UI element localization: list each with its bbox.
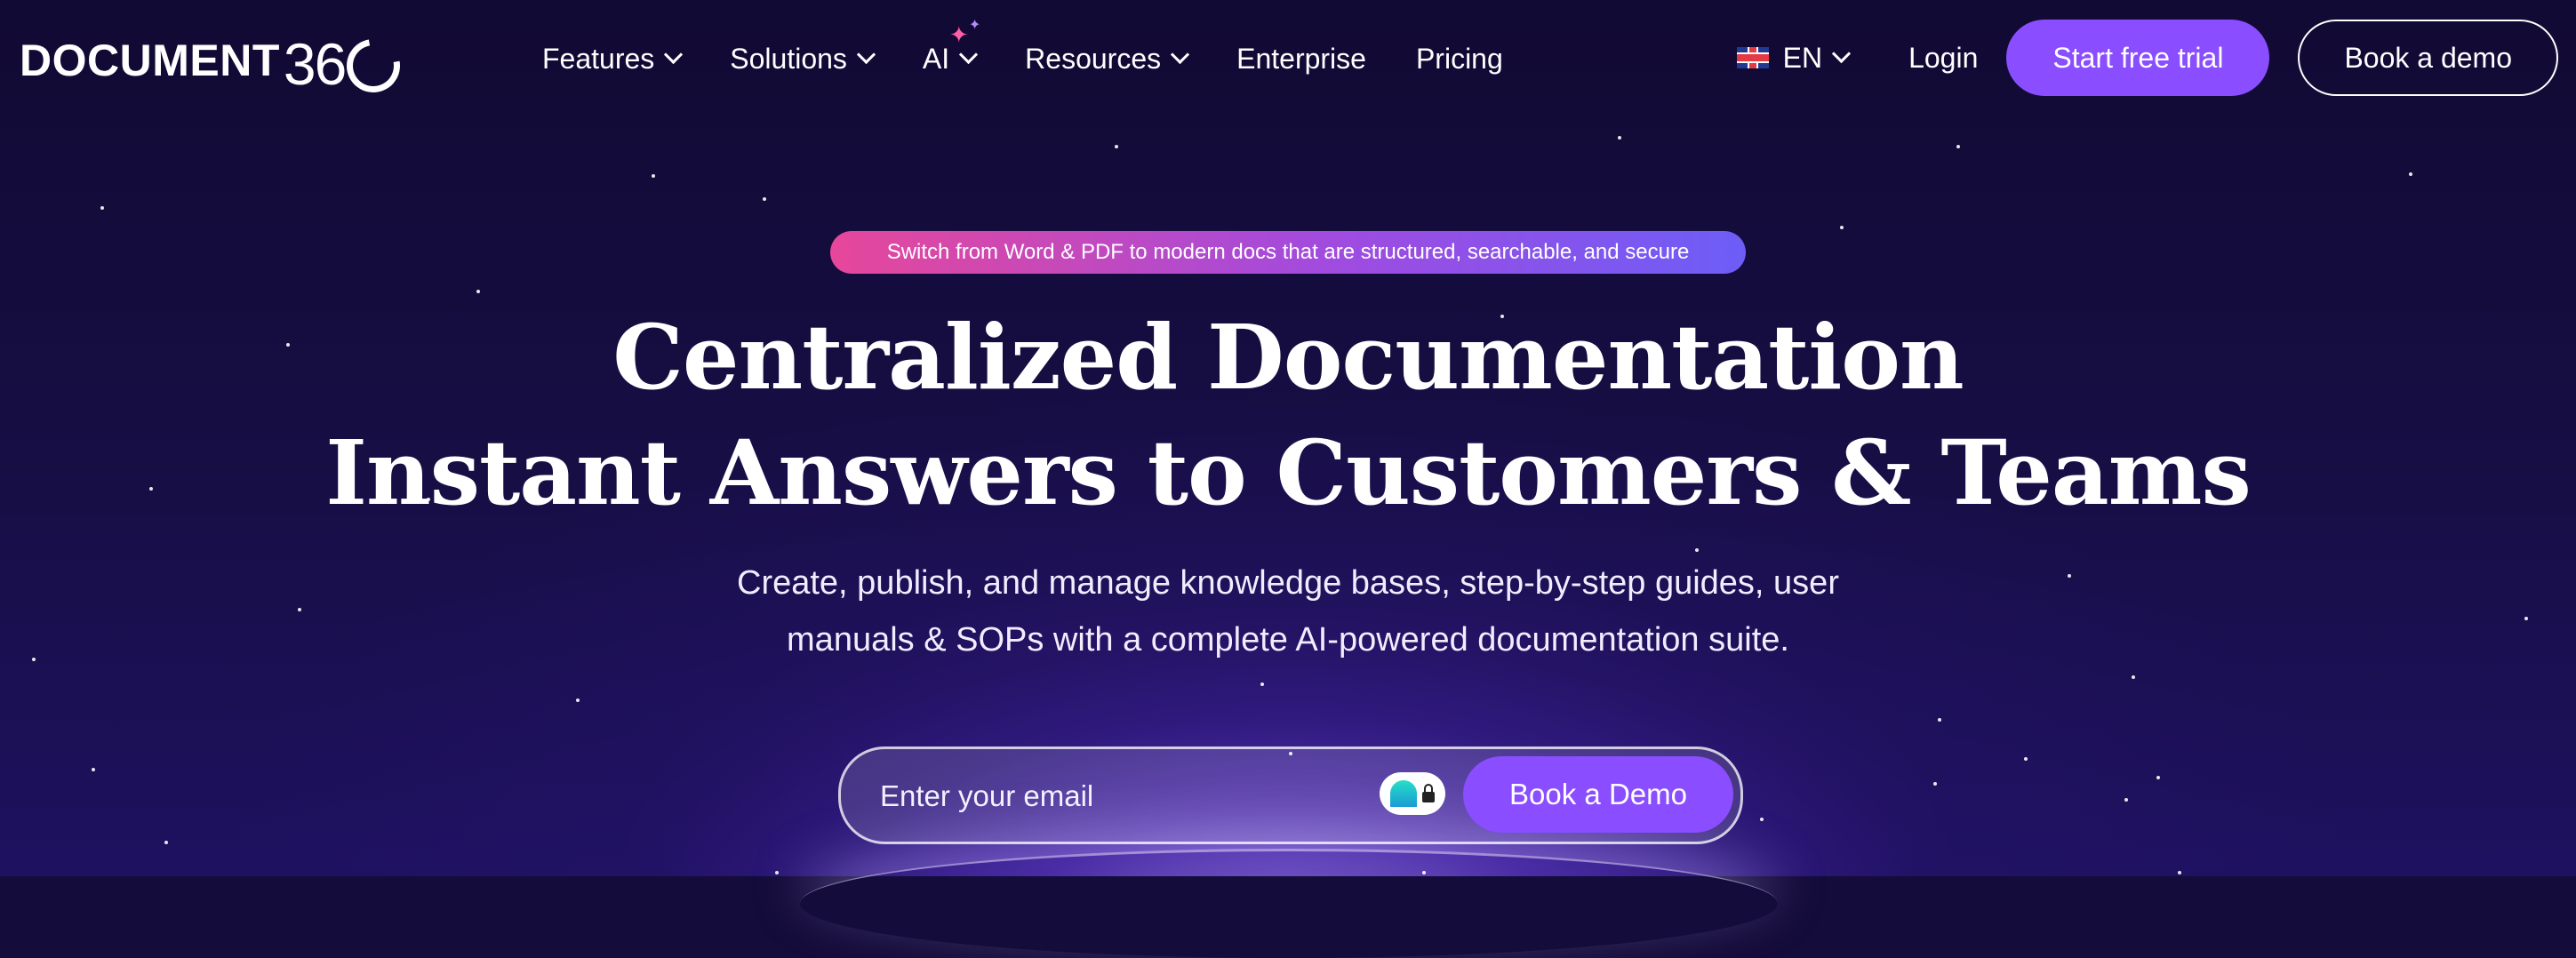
nav-item-resources[interactable]: Resources (1025, 42, 1190, 76)
star (164, 841, 168, 844)
star (100, 206, 104, 210)
star (2024, 757, 2028, 761)
book-demo-submit-button[interactable]: Book a Demo (1463, 756, 1733, 833)
nav-item-label: AI (922, 42, 950, 75)
nav-item-pricing[interactable]: Pricing (1416, 43, 1503, 76)
language-selector[interactable]: EN (1736, 41, 1852, 75)
star (476, 290, 480, 293)
chevron-down-icon (856, 44, 876, 64)
logo-wordmark: DOCUMENT (20, 36, 280, 85)
password-manager-badge[interactable] (1380, 772, 1445, 815)
nav-item-solutions[interactable]: Solutions (730, 42, 876, 76)
logo-number: 36 (283, 31, 347, 97)
nav-item-label: Solutions (730, 42, 847, 75)
star (92, 768, 95, 771)
star (2124, 798, 2128, 802)
nav-item-label: Resources (1025, 42, 1162, 75)
chevron-down-icon (1831, 44, 1852, 63)
email-signup-form: Book a Demo (838, 746, 1743, 844)
start-free-trial-button[interactable]: Start free trial (2006, 20, 2270, 96)
star (1760, 818, 1764, 821)
star (1933, 782, 1937, 786)
nav-item-label: Enterprise (1236, 42, 1366, 75)
star (763, 197, 766, 201)
star (2409, 172, 2412, 176)
lock-icon (1422, 784, 1435, 802)
star (1938, 718, 1941, 722)
email-input[interactable] (878, 772, 1380, 820)
nav-item-features[interactable]: Features (542, 42, 684, 76)
star (775, 871, 779, 874)
login-link[interactable]: Login (1908, 42, 1978, 75)
nav-item-enterprise[interactable]: Enterprise (1236, 43, 1366, 76)
sparkle-icon: ✦ (948, 20, 969, 48)
chevron-down-icon (1171, 44, 1190, 64)
logo-zero-ring-icon (336, 28, 412, 103)
mountain-icon (1390, 780, 1417, 807)
uk-flag-icon (1736, 47, 1769, 68)
star (1260, 683, 1264, 686)
document360-logo[interactable]: DOCUMENT 36 (20, 25, 412, 103)
hero-title-line-1: Centralized Documentation (612, 305, 1964, 410)
planet-glow-arc (800, 849, 1778, 958)
star (576, 699, 580, 702)
nav-item-label: Pricing (1415, 42, 1503, 75)
sparkle-small-icon: ✦ (968, 17, 981, 33)
star (2132, 675, 2135, 679)
star (1840, 226, 1844, 229)
hero-subtitle-line-2: manuals & SOPs with a complete AI-powere… (787, 621, 1789, 659)
language-label: EN (1782, 41, 1823, 74)
star (1695, 548, 1699, 552)
star (2178, 871, 2181, 874)
nav-actions: EN Login Start free trial Book a demo (1736, 20, 2558, 96)
star (1618, 136, 1621, 140)
announcement-pill[interactable]: Switch from Word & PDF to modern docs th… (830, 231, 1746, 274)
hero-subtitle-line-1: Create, publish, and manage knowledge ba… (737, 564, 1839, 602)
chevron-down-icon (664, 44, 684, 64)
star (2156, 776, 2160, 779)
nav-item-label: Features (542, 42, 655, 75)
hero-title-line-2: Instant Answers to Customers & Teams (325, 420, 2252, 525)
star (652, 174, 655, 178)
star (1956, 145, 1960, 148)
top-navigation: DOCUMENT 36 Features Solutions ✦ ✦ AI Re… (0, 0, 2576, 116)
book-a-demo-button[interactable]: Book a demo (2298, 20, 2558, 96)
main-menu: Features Solutions ✦ ✦ AI Resources Ente… (542, 18, 1553, 84)
star (1115, 145, 1118, 148)
nav-item-ai[interactable]: ✦ ✦ AI (922, 18, 980, 76)
